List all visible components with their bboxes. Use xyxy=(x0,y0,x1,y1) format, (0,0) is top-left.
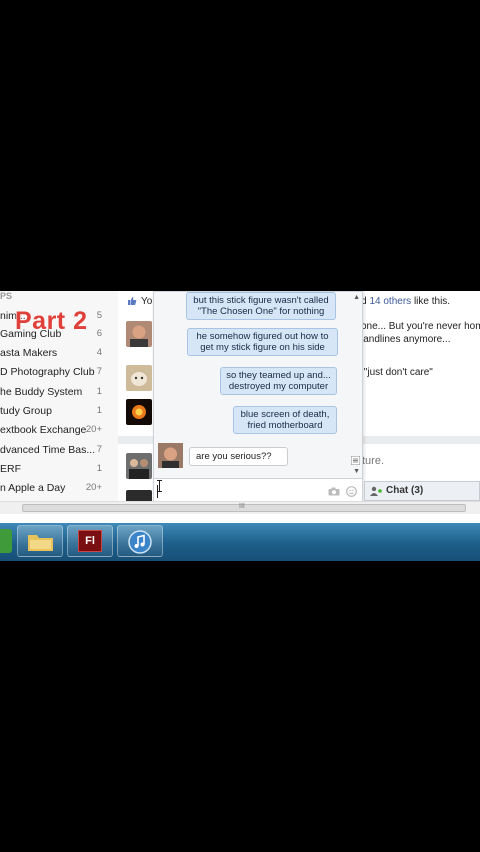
group-count: 1 xyxy=(96,463,102,474)
group-item[interactable]: dvanced Time Bas... 7 xyxy=(0,441,108,460)
groups-header: PS xyxy=(0,291,13,301)
fireworks-thumbnail[interactable] xyxy=(126,399,152,425)
friend-avatar[interactable] xyxy=(126,321,152,347)
group-item[interactable]: ERF 1 xyxy=(0,460,108,479)
scroll-up-arrow-icon[interactable]: ▲ xyxy=(353,294,360,301)
text-cursor-icon xyxy=(157,480,162,492)
group-name: extbook Exchange xyxy=(0,424,87,436)
explorer-taskbar-button[interactable] xyxy=(17,525,63,557)
like-text-prefix: Yo xyxy=(141,296,153,307)
group-item[interactable]: n Apple a Day 20+ xyxy=(0,479,108,498)
group-count: 7 xyxy=(96,366,102,377)
scrollbar-grip-icon: III xyxy=(239,503,245,510)
post-text: landlines anymore... xyxy=(361,334,451,345)
group-count: 4 xyxy=(96,347,102,358)
chat-message-sent: he somehow figured out how to get my sti… xyxy=(187,328,338,356)
flash-taskbar-button[interactable]: Fl xyxy=(67,525,113,557)
itunes-taskbar-button[interactable] xyxy=(117,525,163,557)
group-count: 20+ xyxy=(85,482,102,493)
itunes-icon xyxy=(128,530,152,554)
chat-window: but this stick figure wasn't called "The… xyxy=(153,291,363,505)
chat-message-sent: but this stick figure wasn't called "The… xyxy=(186,292,336,320)
group-item[interactable]: he Buddy System 1 xyxy=(0,383,108,402)
chat-online-icon xyxy=(370,486,382,496)
group-name: dvanced Time Bas... xyxy=(0,444,96,456)
group-count: 1 xyxy=(96,386,102,397)
chat-message-received: are you serious?? xyxy=(189,447,288,466)
group-name: tudy Group xyxy=(0,405,52,417)
chat-message-sent: so they teamed up and... destroyed my co… xyxy=(220,367,337,395)
group-name: he Buddy System xyxy=(0,386,83,398)
camera-icon[interactable] xyxy=(328,487,340,496)
group-count: 6 xyxy=(96,328,102,339)
scroll-down-arrow-icon[interactable]: ▼ xyxy=(353,468,360,475)
flash-app-icon: Fl xyxy=(78,530,102,552)
status-placeholder: ture. xyxy=(362,455,385,467)
chat-sidebar-button[interactable]: Chat (3) xyxy=(364,481,480,501)
group-photo-thumbnail[interactable] xyxy=(126,453,152,479)
group-item[interactable]: D Photography Club 7 xyxy=(0,363,108,382)
emoticon-icon[interactable] xyxy=(346,486,357,497)
group-count: 5 xyxy=(96,310,102,321)
group-name: asta Makers xyxy=(0,347,58,359)
group-name: n Apple a Day xyxy=(0,482,66,494)
like-summary: and 14 others like this. xyxy=(350,296,450,307)
scrollbar-thumb[interactable]: III xyxy=(22,503,466,512)
friend-avatar[interactable] xyxy=(158,443,183,468)
group-item[interactable]: asta Makers 4 xyxy=(0,344,108,363)
group-name: ERF xyxy=(0,463,21,475)
group-count: 1 xyxy=(96,405,102,416)
chat-message-sent: blue screen of death, fried motherboard xyxy=(233,406,337,434)
chat-count-label: Chat (3) xyxy=(386,485,424,496)
thumbs-up-icon xyxy=(128,297,137,305)
post-text: one... But you're never hom xyxy=(361,321,480,332)
group-count: 20+ xyxy=(85,424,102,435)
group-item[interactable]: extbook Exchange 20+ xyxy=(0,421,108,440)
group-item[interactable]: tudy Group 1 xyxy=(0,402,108,421)
others-link[interactable]: 14 others xyxy=(369,296,411,307)
group-name: D Photography Club xyxy=(0,366,95,378)
menu-lines-icon[interactable] xyxy=(351,456,360,465)
part-title-overlay: Part 2 xyxy=(15,307,88,335)
start-button-edge[interactable] xyxy=(0,529,12,553)
folder-icon xyxy=(28,535,53,551)
like-suffix: like this. xyxy=(413,296,451,307)
group-count: 7 xyxy=(96,444,102,455)
horizontal-scrollbar[interactable]: III xyxy=(0,501,480,514)
windows-taskbar: Fl xyxy=(0,523,480,561)
friend-avatar[interactable] xyxy=(126,365,152,391)
desktop-screen: PS nim... 5 Gaming Club 6 asta Makers 4 D P… xyxy=(0,291,480,561)
